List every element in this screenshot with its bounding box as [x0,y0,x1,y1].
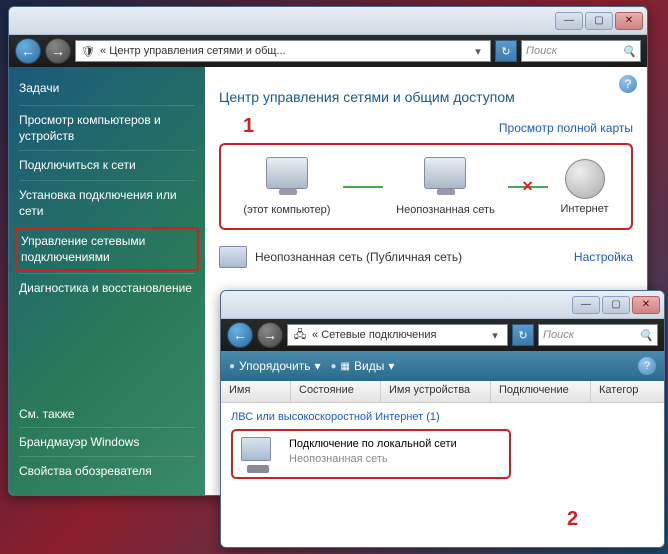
customize-link[interactable]: Настройка [574,250,633,264]
search-icon: 🔍 [622,45,636,58]
address-bar[interactable]: 🖧 « Сетевые подключения ▾ [287,324,508,346]
address-dropdown[interactable]: ▾ [487,329,503,342]
folder-icon: 🖧 [292,327,308,343]
node-this-computer: (этот компьютер) [243,157,330,216]
nav-toolbar: ← → 🛡 « Центр управления сетями и общ...… [9,35,647,67]
group-lan[interactable]: ЛВС или высокоскоростной Интернет (1) [231,409,654,429]
search-placeholder: Поиск [526,45,557,57]
tasks-heading: Задачи [19,81,195,95]
col-category[interactable]: Категор [591,381,664,402]
task-setup-connection[interactable]: Установка подключения или сети [19,180,195,225]
col-state[interactable]: Состояние [291,381,381,402]
column-headers: Имя Состояние Имя устройства Подключение… [221,381,664,403]
search-input[interactable]: Поиск 🔍 [521,40,641,62]
refresh-button[interactable]: ↻ [512,324,534,346]
connection-line-ok [343,186,383,188]
col-device[interactable]: Имя устройства [381,381,491,402]
link-firewall[interactable]: Брандмауэр Windows [19,427,195,456]
task-diagnose[interactable]: Диагностика и восстановление [19,273,195,302]
network-status-icon [219,246,247,268]
network-connections-window: — ▢ ✕ ← → 🖧 « Сетевые подключения ▾ ↻ По… [220,290,665,548]
computer-icon [266,157,308,189]
titlebar: — ▢ ✕ [9,7,647,35]
task-view-computers[interactable]: Просмотр компьютеров и устройств [19,105,195,150]
address-chevron: « [100,45,106,57]
col-name[interactable]: Имя [221,381,291,402]
page-title: Центр управления сетями и общим доступом [219,89,633,105]
address-chevron: « [312,329,318,341]
forward-button[interactable]: → [257,322,283,348]
annotation-marker-2: 2 [567,508,578,531]
lan-connection-icon [241,437,279,471]
views-menu[interactable]: ▦ Виды ▾ [331,359,395,373]
minimize-button[interactable]: — [572,296,600,314]
task-manage-connections[interactable]: Управление сетевыми подключениями [15,227,199,271]
maximize-button[interactable]: ▢ [585,12,613,30]
tasks-sidebar: Задачи Просмотр компьютеров и устройств … [9,67,205,495]
task-connect-network[interactable]: Подключиться к сети [19,150,195,179]
node-unknown-network: Неопознанная сеть [396,157,495,216]
minimize-button[interactable]: — [555,12,583,30]
close-button[interactable]: ✕ [632,296,660,314]
address-text: Центр управления сетями и общ... [109,45,285,57]
address-bar[interactable]: 🛡 « Центр управления сетями и общ... ▾ [75,40,491,62]
connection-name: Подключение по локальной сети [289,437,457,452]
address-text: Сетевые подключения [321,329,436,341]
see-also-heading: См. также [19,407,195,421]
nav-toolbar: ← → 🖧 « Сетевые подключения ▾ ↻ Поиск 🔍 [221,319,664,351]
search-icon: 🔍 [639,329,653,342]
connection-status: Неопознанная сеть [289,452,457,467]
help-icon[interactable]: ? [619,75,637,93]
command-bar: Упорядочить ▾ ▦ Виды ▾ ? [221,351,664,381]
back-button[interactable]: ← [227,322,253,348]
maximize-button[interactable]: ▢ [602,296,630,314]
network-status-row: Неопознанная сеть (Публичная сеть) Настр… [219,246,633,268]
forward-button[interactable]: → [45,38,71,64]
network-status-label: Неопознанная сеть (Публичная сеть) [255,250,462,264]
help-icon[interactable]: ? [638,357,656,375]
connections-list: ЛВС или высокоскоростной Интернет (1) По… [221,403,664,547]
organize-menu[interactable]: Упорядочить ▾ [229,359,321,373]
globe-icon [565,159,605,199]
view-full-map-link[interactable]: Просмотр полной карты [499,121,633,135]
refresh-button[interactable]: ↻ [495,40,517,62]
back-button[interactable]: ← [15,38,41,64]
node-internet: Интернет [561,159,609,215]
local-area-connection[interactable]: Подключение по локальной сети Неопознанн… [231,429,511,479]
link-internet-options[interactable]: Свойства обозревателя [19,456,195,485]
col-connection[interactable]: Подключение [491,381,591,402]
close-button[interactable]: ✕ [615,12,643,30]
search-input[interactable]: Поиск 🔍 [538,324,658,346]
annotation-marker-1: 1 [243,115,254,138]
titlebar: — ▢ ✕ [221,291,664,319]
control-panel-icon: 🛡 [80,43,96,59]
connection-line-broken [508,186,548,188]
address-dropdown[interactable]: ▾ [470,45,486,58]
network-map: (этот компьютер) Неопознанная сеть Интер… [219,143,633,230]
network-icon [424,157,466,189]
search-placeholder: Поиск [543,329,574,341]
